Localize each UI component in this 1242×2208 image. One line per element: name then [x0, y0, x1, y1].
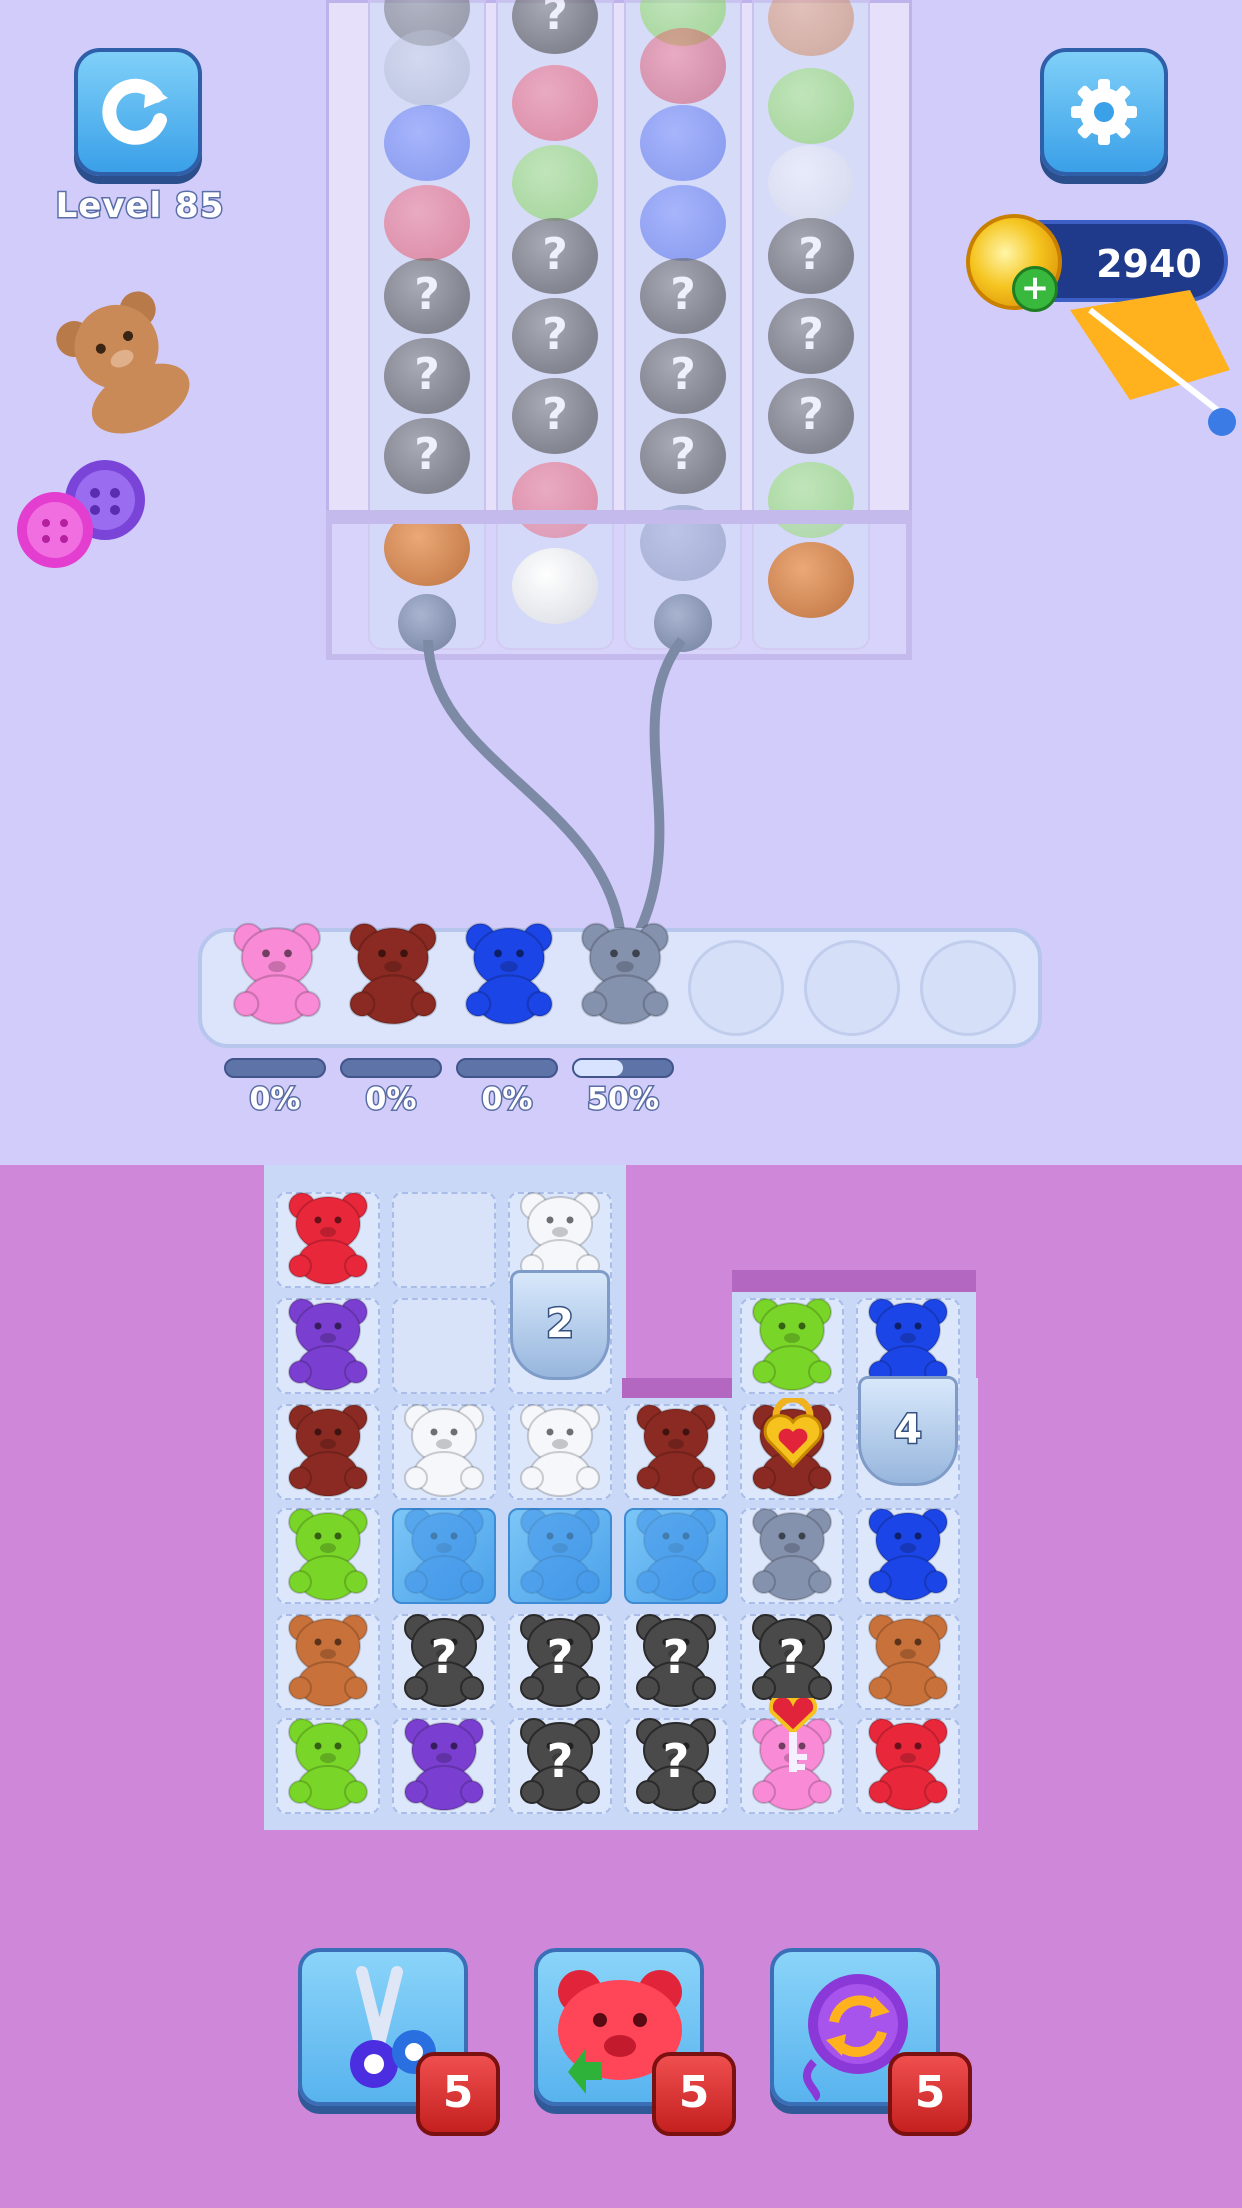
progress-percent: 0% [480, 1081, 534, 1119]
bear-progress-bar [456, 1058, 558, 1078]
bear-icon [636, 1508, 716, 1601]
bear-icon [520, 1508, 600, 1601]
frozen-bear[interactable] [626, 1502, 726, 1606]
empty-tray-slot [688, 940, 784, 1036]
cup-count-label: 2 [545, 1300, 576, 1349]
empty-board-cell[interactable] [392, 1298, 496, 1394]
bear-cup-container[interactable]: 2 [510, 1270, 610, 1380]
bear-icon [288, 1192, 368, 1285]
question-mark: ? [546, 1630, 574, 1684]
question-mark: ? [430, 1630, 458, 1684]
bear-icon [465, 922, 553, 1025]
tray-bear-gray [570, 916, 680, 1030]
bear-icon [868, 1614, 948, 1707]
bear-progress-bar [340, 1058, 442, 1078]
frozen-bear[interactable] [510, 1502, 610, 1606]
frozen-bear[interactable] [394, 1502, 494, 1606]
progress-percent: 0% [364, 1081, 418, 1119]
bear-with-key[interactable] [742, 1698, 842, 1816]
bear-icon [404, 1404, 484, 1497]
tray-bear-pink [222, 916, 332, 1030]
question-mark: ? [546, 1734, 574, 1788]
empty-board-cell[interactable] [392, 1192, 496, 1288]
bear-progress-bar [572, 1058, 674, 1078]
bear-icon [868, 1718, 948, 1811]
hidden-bear[interactable]: ? [510, 1712, 610, 1816]
powerup-count-badge: 5 [888, 2052, 972, 2136]
bear-brown[interactable] [858, 1608, 958, 1712]
empty-tray-slot [804, 940, 900, 1036]
bear-icon [288, 1404, 368, 1497]
bear-icon [636, 1404, 716, 1497]
heart-key-icon [768, 1698, 818, 1772]
bear-icon [404, 1508, 484, 1601]
board-ledge [622, 1378, 732, 1398]
bear-red[interactable] [278, 1186, 378, 1290]
bear-icon [288, 1614, 368, 1707]
bear-icon [520, 1404, 600, 1497]
progress-percent: 50% [586, 1081, 661, 1119]
empty-tray-slot [920, 940, 1016, 1036]
bear-white[interactable] [394, 1398, 494, 1502]
question-mark: ? [778, 1630, 806, 1684]
progress-fill [574, 1060, 623, 1076]
bear-icon [233, 922, 321, 1025]
hidden-bear[interactable]: ? [626, 1712, 726, 1816]
heart-lock-icon [763, 1398, 823, 1468]
bear-icon [752, 1298, 832, 1391]
bear-icon [349, 922, 437, 1025]
question-mark: ? [662, 1734, 690, 1788]
question-mark: ? [662, 1630, 690, 1684]
bear-gray[interactable] [742, 1502, 842, 1606]
bear-brown[interactable] [278, 1608, 378, 1712]
bear-cup-container[interactable]: 4 [858, 1376, 958, 1486]
bear-purple[interactable] [394, 1712, 494, 1816]
tray-bear-blue [454, 916, 564, 1030]
hidden-bear[interactable]: ? [394, 1608, 494, 1712]
hidden-bear[interactable]: ? [626, 1608, 726, 1712]
bear-icon [581, 922, 669, 1025]
hidden-bear[interactable]: ? [742, 1608, 842, 1712]
bear-red[interactable] [858, 1712, 958, 1816]
bear-blue[interactable] [858, 1502, 958, 1606]
bear-icon [288, 1718, 368, 1811]
bear-maroon[interactable] [626, 1398, 726, 1502]
bear-icon [868, 1508, 948, 1601]
bear-green[interactable] [278, 1712, 378, 1816]
powerup-count-badge: 5 [652, 2052, 736, 2136]
hidden-bear[interactable]: ? [510, 1608, 610, 1712]
bear-white[interactable] [510, 1398, 610, 1502]
bear-icon [752, 1508, 832, 1601]
bear-progress-bar [224, 1058, 326, 1078]
bear-icon [288, 1508, 368, 1601]
bear-icon [404, 1718, 484, 1811]
bear-green[interactable] [278, 1502, 378, 1606]
bear-icon [288, 1298, 368, 1391]
powerup-count-badge: 5 [416, 2052, 500, 2136]
bear-purple[interactable] [278, 1292, 378, 1396]
cup-count-label: 4 [893, 1406, 924, 1455]
bear-green[interactable] [742, 1292, 842, 1396]
progress-percent: 0% [248, 1081, 302, 1119]
locked-bear[interactable] [742, 1398, 842, 1502]
bear-maroon[interactable] [278, 1398, 378, 1502]
tray-bear-maroon [338, 916, 448, 1030]
